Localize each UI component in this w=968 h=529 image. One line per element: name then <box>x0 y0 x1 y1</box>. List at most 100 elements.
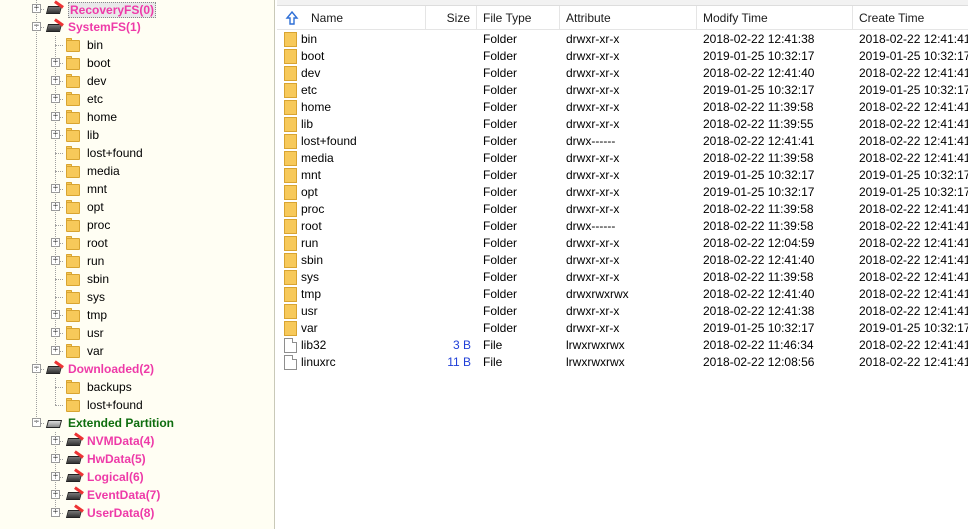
file-attribute: drwxr-xr-x <box>566 49 620 63</box>
up-folder-icon[interactable] <box>285 11 299 25</box>
file-row[interactable]: tmp Folder drwxrwxrwx 2018-02-22 12:41:40 20… <box>277 286 968 303</box>
tree-node[interactable]: + usr <box>0 324 274 342</box>
column-attribute-label: Attribute <box>566 11 611 25</box>
tree-node[interactable]: − Downloaded(2) <box>0 360 274 378</box>
file-modify-time: 2018-02-22 11:39:58 <box>703 151 814 165</box>
file-type: Folder <box>483 151 518 165</box>
file-row[interactable]: sys Folder drwxr-xr-x 2018-02-22 11:39:58 20… <box>277 269 968 286</box>
tree-node[interactable]: + boot <box>0 54 274 72</box>
tree-node[interactable]: + root <box>0 234 274 252</box>
file-type: Folder <box>483 270 518 284</box>
file-row[interactable]: home Folder drwxr-xr-x 2018-02-22 11:39:58 2… <box>277 99 968 116</box>
column-attribute[interactable]: Attribute <box>560 6 697 30</box>
file-create-time: 2018-02-22 12:41:41 <box>859 236 968 250</box>
tree-node[interactable]: − SystemFS(1) <box>0 18 274 36</box>
volume-icon <box>65 504 84 520</box>
file-row[interactable]: lib32 3 B File lrwxrwxrwx 2018-02-22 11:46:3… <box>277 337 968 354</box>
folder-icon <box>66 146 80 160</box>
file-size <box>427 99 471 116</box>
tree-node-label: lost+found <box>87 398 143 412</box>
folder-icon <box>66 182 80 196</box>
file-row[interactable]: dev Folder drwxr-xr-x 2018-02-22 12:41:40 20… <box>277 65 968 82</box>
tree-node-label: usr <box>87 326 104 340</box>
tree-node[interactable]: + mnt <box>0 180 274 198</box>
file-size <box>427 133 471 150</box>
tree-node[interactable]: sys <box>0 288 274 306</box>
file-row[interactable]: media Folder drwxr-xr-x 2018-02-22 11:39:58… <box>277 150 968 167</box>
file-name: run <box>301 236 319 250</box>
file-row[interactable]: bin Folder drwxr-xr-x 2018-02-22 12:41:38 20… <box>277 31 968 48</box>
file-name: media <box>301 151 334 165</box>
file-create-time: 2018-02-22 12:41:41 <box>859 287 968 301</box>
column-modify-time[interactable]: Modify Time <box>697 6 853 30</box>
tree-node-label: EventData(7) <box>87 488 161 502</box>
column-modify-time-label: Modify Time <box>703 11 768 25</box>
tree-connector <box>55 405 63 406</box>
file-type: Folder <box>483 49 518 63</box>
file-create-time: 2018-02-22 12:41:41 <box>859 338 968 352</box>
tree-node[interactable]: + HwData(5) <box>0 450 274 468</box>
file-name: linuxrc <box>301 355 336 369</box>
file-type: Folder <box>483 32 518 46</box>
tree-node[interactable]: proc <box>0 216 274 234</box>
file-row[interactable]: proc Folder drwxr-xr-x 2018-02-22 11:39:58 2… <box>277 201 968 218</box>
column-file-type[interactable]: File Type <box>477 6 560 30</box>
tree-node[interactable]: + UserData(8) <box>0 504 274 522</box>
tree-node[interactable]: + RecoveryFS(0) <box>0 0 274 18</box>
file-row[interactable]: run Folder drwxr-xr-x 2018-02-22 12:04:59 20… <box>277 235 968 252</box>
tree-node[interactable]: + EventData(7) <box>0 486 274 504</box>
tree-guide-line <box>55 432 56 513</box>
file-modify-time: 2018-02-22 12:41:41 <box>703 134 815 148</box>
file-row[interactable]: usr Folder drwxr-xr-x 2018-02-22 12:41:38 20… <box>277 303 968 320</box>
file-create-time: 2018-02-22 12:41:41 <box>859 134 968 148</box>
tree-node[interactable]: + tmp <box>0 306 274 324</box>
file-type: Folder <box>483 185 518 199</box>
tree-node[interactable]: sbin <box>0 270 274 288</box>
file-row[interactable]: lost+found Folder drwx------ 2018-02-22 12:… <box>277 133 968 150</box>
file-name: dev <box>301 66 321 80</box>
file-modify-time: 2018-02-22 12:08:56 <box>703 355 815 369</box>
tree-node[interactable]: + dev <box>0 72 274 90</box>
file-attribute: lrwxrwxrwx <box>566 338 625 352</box>
tree-node[interactable]: lost+found <box>0 396 274 414</box>
file-size <box>427 167 471 184</box>
tree-node[interactable]: bin <box>0 36 274 54</box>
tree-node[interactable]: + Logical(6) <box>0 468 274 486</box>
file-name: root <box>301 219 322 233</box>
file-create-time: 2018-02-22 12:41:41 <box>859 219 968 233</box>
tree-node[interactable]: backups <box>0 378 274 396</box>
file-row[interactable]: root Folder drwx------ 2018-02-22 11:39:58 2… <box>277 218 968 235</box>
file-attribute: drwxr-xr-x <box>566 117 620 131</box>
tree-node[interactable]: + home <box>0 108 274 126</box>
tree-node[interactable]: − Extended Partition <box>0 414 274 432</box>
tree-node-label: sys <box>87 290 105 304</box>
tree-node[interactable]: lost+found <box>0 144 274 162</box>
column-create-time[interactable]: Create Time <box>853 6 968 30</box>
folder-icon <box>284 134 297 149</box>
file-row[interactable]: var Folder drwxr-xr-x 2019-01-25 10:32:17 20… <box>277 320 968 337</box>
file-type: Folder <box>483 83 518 97</box>
tree-node[interactable]: + NVMData(4) <box>0 432 274 450</box>
folder-icon <box>284 253 297 268</box>
file-row[interactable]: boot Folder drwxr-xr-x 2019-01-25 10:32:17 2… <box>277 48 968 65</box>
file-row[interactable]: opt Folder drwxr-xr-x 2019-01-25 10:32:17 20… <box>277 184 968 201</box>
file-icon <box>284 338 297 353</box>
column-name[interactable]: Name <box>277 6 426 30</box>
file-size <box>427 150 471 167</box>
tree-node[interactable]: media <box>0 162 274 180</box>
volume-icon <box>65 486 84 502</box>
file-row[interactable]: sbin Folder drwxr-xr-x 2018-02-22 12:41:40 2… <box>277 252 968 269</box>
tree-node[interactable]: + etc <box>0 90 274 108</box>
tree-node[interactable]: + lib <box>0 126 274 144</box>
file-row[interactable]: lib Folder drwxr-xr-x 2018-02-22 11:39:55 20… <box>277 116 968 133</box>
tree-node-label: Downloaded(2) <box>68 362 154 376</box>
tree-node-label: root <box>87 236 108 250</box>
tree-node[interactable]: + run <box>0 252 274 270</box>
column-size[interactable]: Size <box>426 6 477 30</box>
file-row[interactable]: linuxrc 11 B File lrwxrwxrwx 2018-02-22 12:0… <box>277 354 968 371</box>
tree-node[interactable]: + opt <box>0 198 274 216</box>
file-row[interactable]: mnt Folder drwxr-xr-x 2019-01-25 10:32:17 20… <box>277 167 968 184</box>
file-row[interactable]: etc Folder drwxr-xr-x 2019-01-25 10:32:17 20… <box>277 82 968 99</box>
tree-node[interactable]: + var <box>0 342 274 360</box>
file-type: Folder <box>483 66 518 80</box>
